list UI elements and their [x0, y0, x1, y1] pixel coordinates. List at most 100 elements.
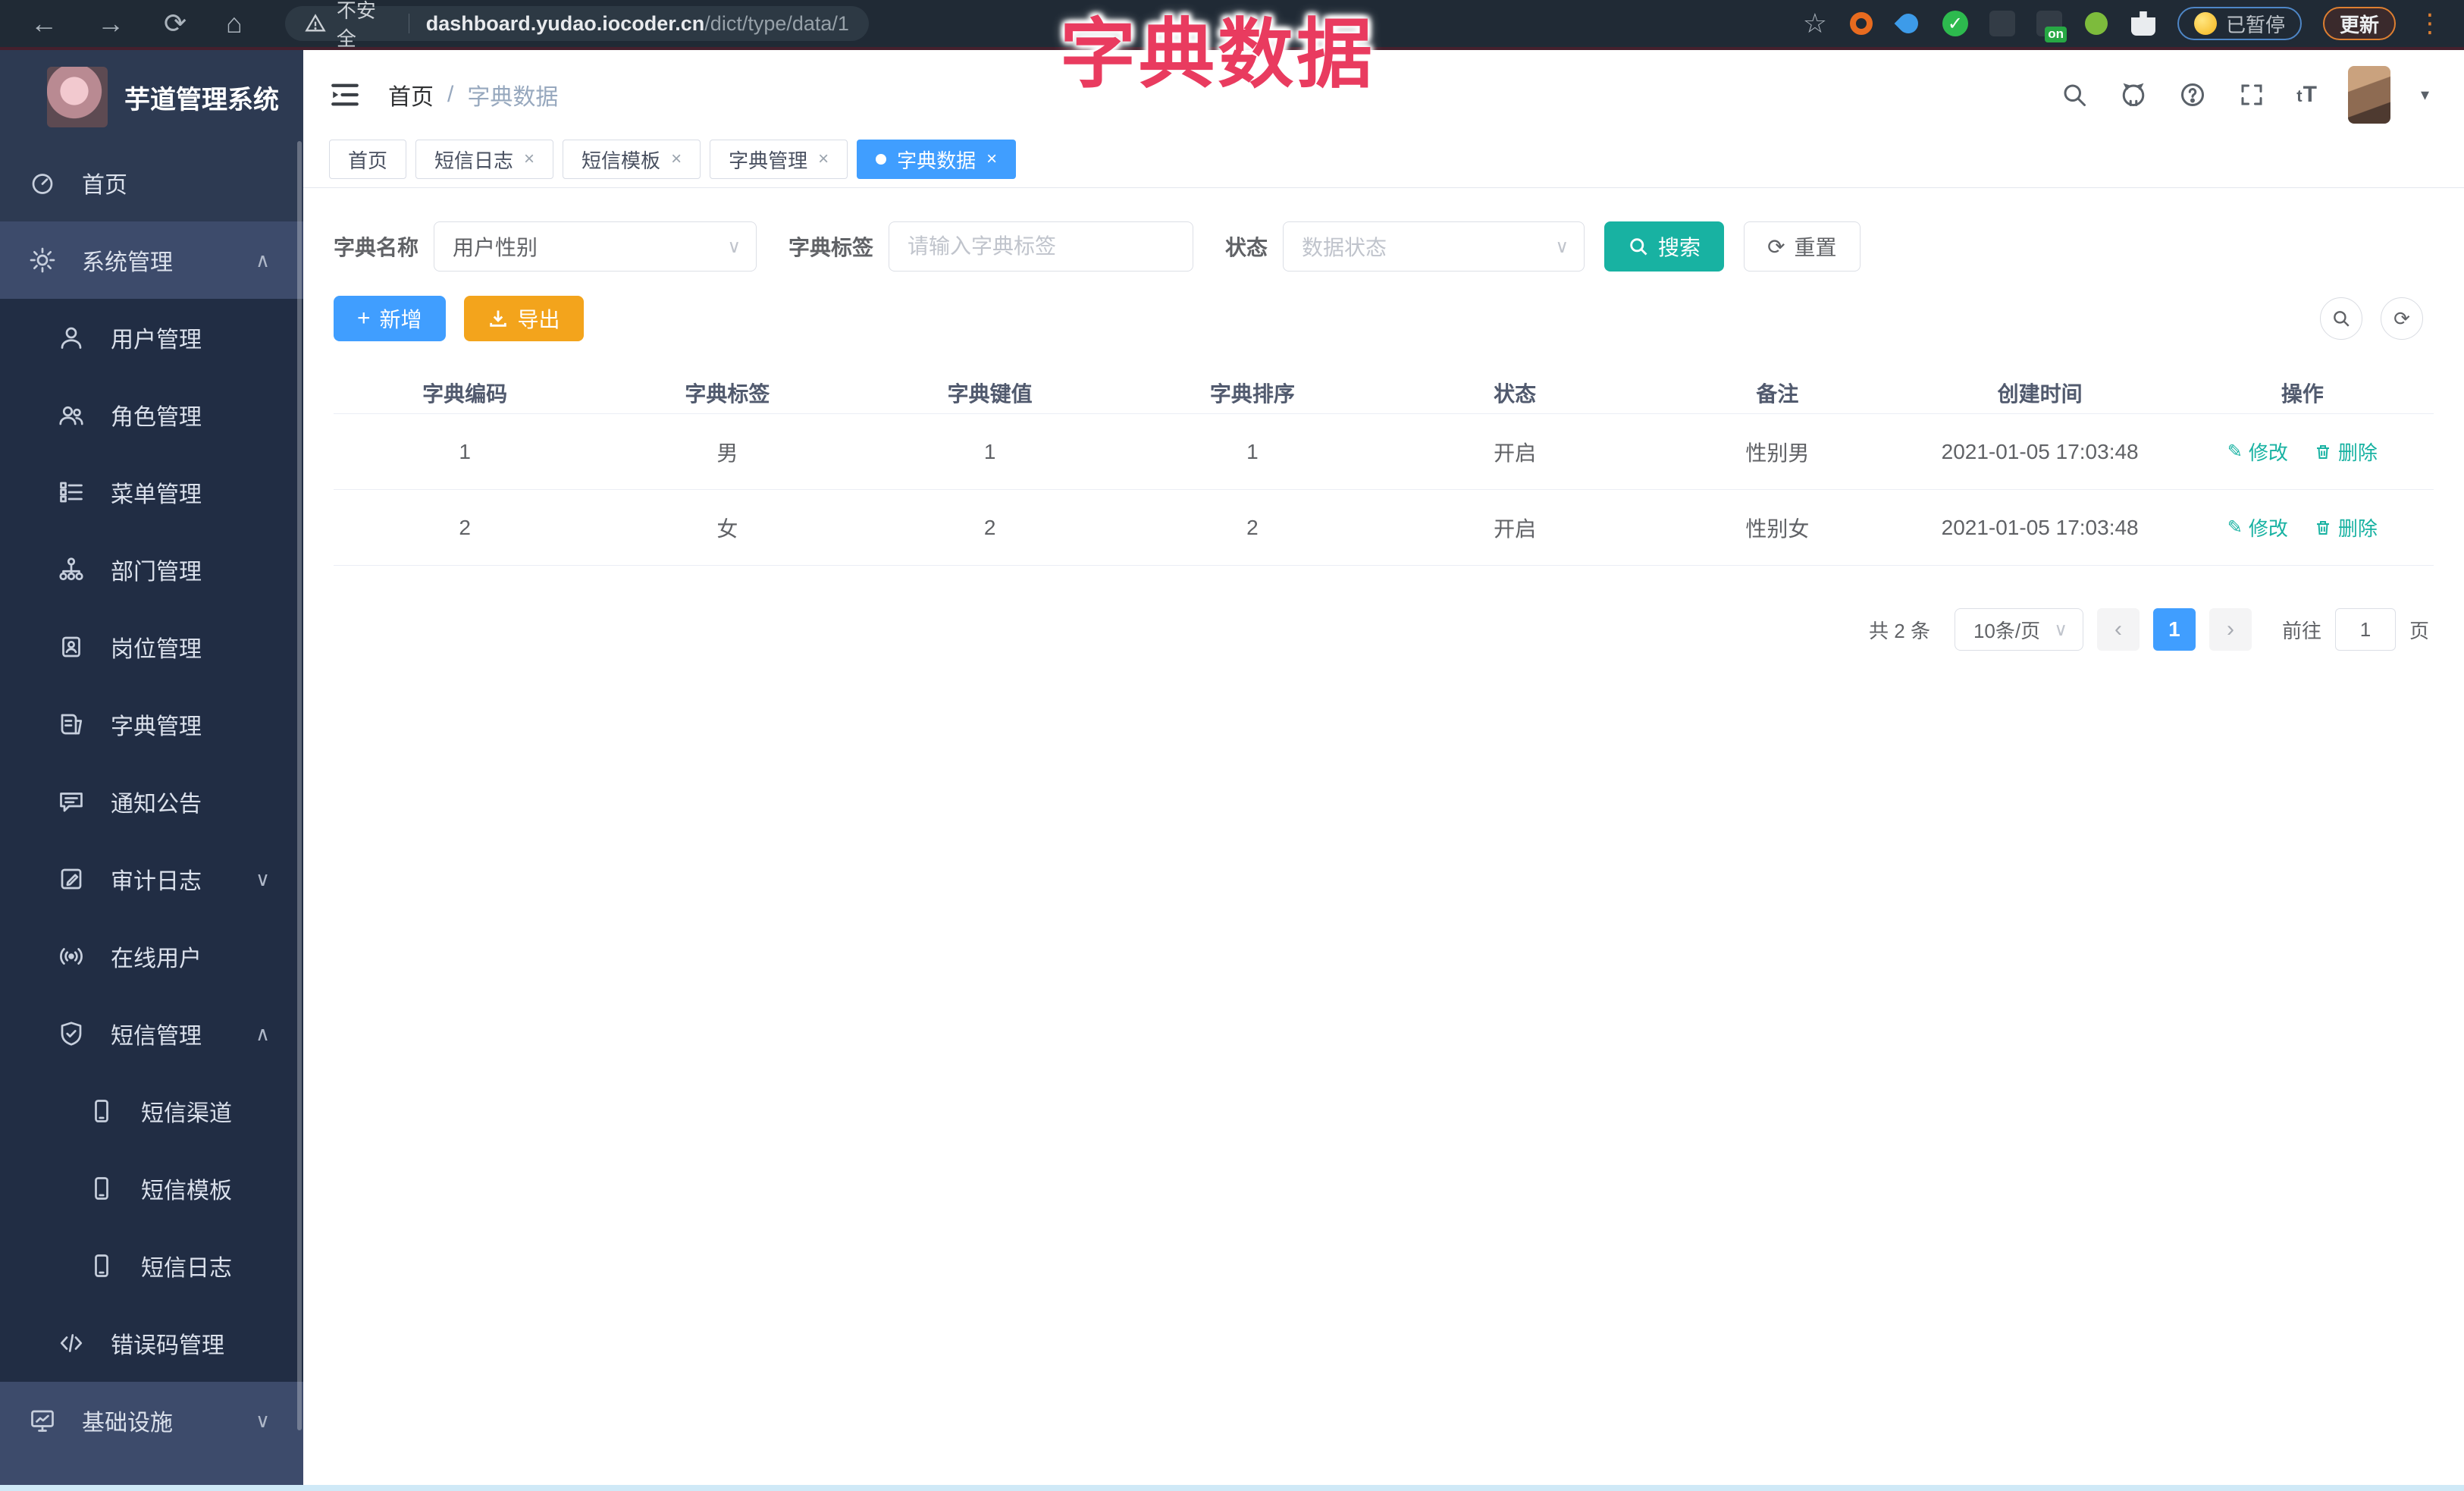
search-button[interactable]: 搜索: [1604, 221, 1725, 272]
sidebar-item-sms-log[interactable]: 短信日志: [0, 1227, 303, 1304]
sidebar-item-user-management[interactable]: 用户管理: [0, 299, 303, 376]
close-icon[interactable]: ×: [818, 149, 829, 170]
sidebar-item-home[interactable]: 首页: [0, 144, 303, 221]
extension-green-check-icon[interactable]: ✓: [1942, 11, 1968, 36]
help-icon[interactable]: [2178, 80, 2207, 109]
trash-icon: [2316, 520, 2329, 535]
page-number-1[interactable]: 1: [2152, 608, 2196, 651]
extension-orange-ring-icon[interactable]: [1848, 11, 1874, 36]
sidebar-item-dict-management[interactable]: 字典管理: [0, 686, 303, 763]
breadcrumb-home[interactable]: 首页: [388, 78, 434, 111]
dict-tag-input-wrap: [889, 221, 1194, 272]
sidebar-item-sms-template[interactable]: 短信模板: [0, 1150, 303, 1227]
tab-sms-log[interactable]: 短信日志 ×: [415, 140, 554, 179]
sidebar-item-sms-channel[interactable]: 短信渠道: [0, 1072, 303, 1150]
sidebar-item-label: 基础设施: [82, 1411, 173, 1436]
tab-dict-data[interactable]: 字典数据 ×: [857, 140, 1017, 179]
horizontal-scrollbar[interactable]: [0, 1485, 2464, 1491]
reload-icon[interactable]: ⟳: [164, 10, 187, 37]
collapse-arrow-icon: ∧: [255, 1022, 270, 1045]
browser-menu-icon[interactable]: ⋮: [2417, 11, 2443, 36]
cell-value: 1: [983, 439, 996, 463]
table-row: 2 女 2 2 开启 性别女 2021-01-05 17:03:48 ✎ 修改 删…: [334, 490, 2434, 566]
delete-link[interactable]: 删除: [2314, 438, 2378, 466]
cell-status: 开启: [1494, 441, 1537, 465]
not-secure-label[interactable]: 不安全: [337, 0, 392, 52]
table-row: 1 男 1 1 开启 性别男 2021-01-05 17:03:48 ✎ 修改 删…: [334, 414, 2434, 490]
extension-blue-drop-icon[interactable]: [1894, 9, 1923, 38]
sidebar-item-label: 字典管理: [111, 714, 202, 739]
screen: ← → ⟳ ⌂ 不安全 dashboard.yudao.iocoder.cn/d…: [0, 0, 2464, 1491]
profile-paused-pill[interactable]: 已暂停: [2177, 7, 2302, 40]
cell-sort: 1: [1246, 439, 1259, 463]
sidebar-item-online-users[interactable]: 在线用户: [0, 918, 303, 995]
delete-link[interactable]: 删除: [2314, 513, 2378, 541]
main-area: 首页 / 字典数据 tT ▾ 首页 短信日志 × 短信模板 × 字典管理 × 字…: [303, 50, 2464, 1491]
user-avatar[interactable]: [2347, 66, 2390, 124]
tab-sms-template[interactable]: 短信模板 ×: [563, 140, 701, 179]
search-icon[interactable]: [2060, 80, 2089, 109]
prev-page-button[interactable]: ‹: [2096, 608, 2140, 651]
refresh-table-button[interactable]: ⟳: [2381, 297, 2423, 340]
tab-home[interactable]: 首页: [329, 140, 407, 179]
goto-page-input[interactable]: [2334, 608, 2396, 651]
chrome-update-button[interactable]: 更新: [2322, 7, 2396, 40]
not-secure-warning-icon: [305, 13, 326, 34]
close-icon[interactable]: ×: [524, 149, 534, 170]
sidebar-item-infrastructure[interactable]: 基础设施 ∨: [0, 1382, 303, 1459]
tab-dict-management[interactable]: 字典管理 ×: [710, 140, 848, 179]
sidebar-item-sms-management[interactable]: 短信管理 ∧: [0, 995, 303, 1072]
table-tools: ⟳: [2320, 297, 2434, 340]
user-menu-caret-icon[interactable]: ▾: [2421, 85, 2429, 105]
refresh-icon: ⟳: [1767, 234, 1785, 259]
github-icon[interactable]: [2119, 80, 2148, 109]
reset-button[interactable]: ⟳ 重置: [1744, 221, 1861, 272]
bookmark-star-icon[interactable]: ☆: [1803, 10, 1827, 37]
status-placeholder: 数据状态: [1302, 236, 1387, 259]
shield-check-icon: [58, 1020, 85, 1047]
toggle-search-button[interactable]: [2320, 297, 2362, 340]
back-icon[interactable]: ←: [30, 10, 58, 37]
dict-name-select[interactable]: 用户性别 ∨: [434, 221, 757, 272]
sidebar-item-error-code[interactable]: 错误码管理: [0, 1304, 303, 1382]
cell-operations: ✎ 修改 删除: [2171, 438, 2434, 466]
next-page-button[interactable]: ›: [2209, 608, 2252, 651]
add-button[interactable]: + 新增: [334, 296, 446, 341]
expand-arrow-icon: ∨: [255, 1408, 270, 1432]
close-icon[interactable]: ×: [986, 149, 997, 170]
sidebar-logo[interactable]: 芋道管理系统: [0, 50, 303, 144]
edit-label: 修改: [2248, 441, 2288, 464]
sidebar-toggle-icon[interactable]: [329, 79, 361, 111]
sidebar-item-label: 系统管理: [82, 250, 173, 275]
pagination: 共 2 条 10条/页 ∨ ‹ 1 › 前往 页: [334, 608, 2434, 651]
sidebar-scrollbar[interactable]: [297, 141, 302, 1430]
url-text[interactable]: dashboard.yudao.iocoder.cn/dict/type/dat…: [426, 12, 849, 36]
dict-tag-input[interactable]: [908, 234, 1175, 259]
sidebar-item-department-management[interactable]: 部门管理: [0, 531, 303, 608]
sidebar-item-system-management[interactable]: 系统管理 ∧: [0, 221, 303, 299]
fullscreen-icon[interactable]: [2237, 80, 2266, 109]
page-size-select[interactable]: 10条/页 ∨: [1954, 608, 2083, 651]
extensions-puzzle-icon[interactable]: [2130, 11, 2156, 36]
status-select[interactable]: 数据状态 ∨: [1283, 221, 1585, 272]
sidebar-item-notice[interactable]: 通知公告: [0, 763, 303, 840]
close-icon[interactable]: ×: [671, 149, 682, 170]
sidebar-item-post-management[interactable]: 岗位管理: [0, 608, 303, 686]
forward-icon[interactable]: →: [97, 10, 124, 37]
sidebar-item-label: 错误码管理: [111, 1333, 224, 1358]
edit-link[interactable]: ✎ 修改: [2227, 438, 2288, 466]
search-icon: [1630, 238, 1647, 256]
gear-icon: [29, 246, 56, 274]
edit-link[interactable]: ✎ 修改: [2227, 513, 2288, 541]
sidebar-item-label: 菜单管理: [111, 482, 202, 507]
font-size-icon[interactable]: tT: [2296, 82, 2318, 108]
export-button[interactable]: 导出: [463, 296, 584, 341]
sidebar-item-menu-management[interactable]: 菜单管理: [0, 454, 303, 531]
extension-on-badge-icon[interactable]: on: [2036, 11, 2067, 42]
sidebar-item-audit-log[interactable]: 审计日志 ∨: [0, 840, 303, 918]
home-icon[interactable]: ⌂: [226, 10, 243, 37]
sidebar-item-role-management[interactable]: 角色管理: [0, 376, 303, 454]
extension-green-key-icon[interactable]: [2083, 11, 2109, 36]
address-bar[interactable]: 不安全 dashboard.yudao.iocoder.cn/dict/type…: [284, 0, 869, 50]
extension-dark-diamond-icon[interactable]: [1989, 11, 2015, 36]
